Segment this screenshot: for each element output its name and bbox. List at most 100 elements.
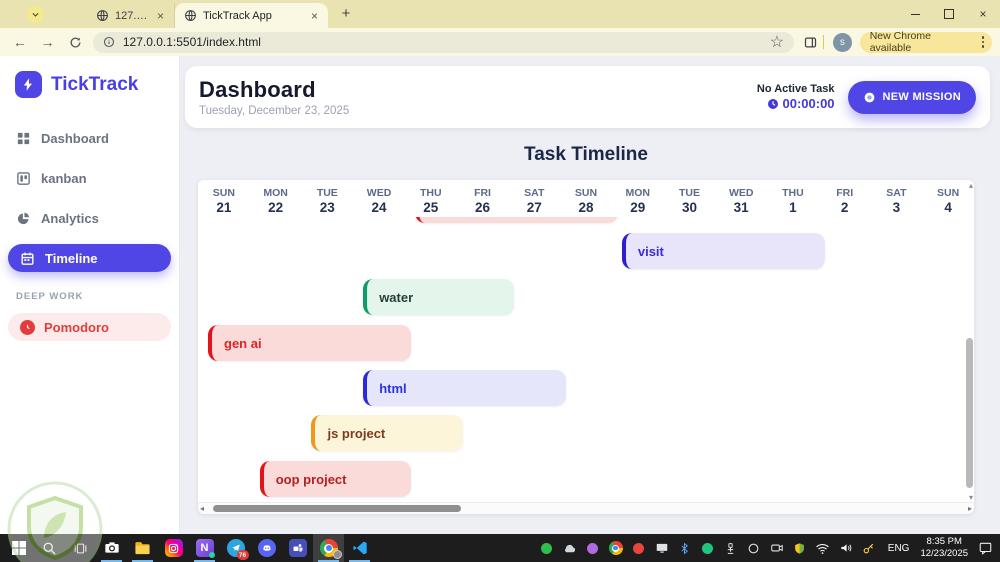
wifi-icon[interactable] (815, 540, 831, 556)
display-icon[interactable] (654, 540, 670, 556)
forward-button[interactable]: → (36, 30, 60, 54)
tab-search-button[interactable] (27, 6, 44, 23)
day-of-week: MON (612, 187, 664, 200)
task-bar-oop-project[interactable]: oop project (260, 461, 411, 497)
browser-tab-inactive[interactable]: 127.0.0.1 × (87, 3, 175, 28)
browser-toolbar: ← → 127.0.0.1:5501/index.html ☆ s New Ch… (0, 28, 1000, 56)
screen: 127.0.0.1 × TickTrack App × + × ← → (0, 0, 1000, 562)
sidebar-nav: Dashboard kanban Analytics Timeline (0, 124, 179, 272)
defender-shield-icon[interactable] (792, 540, 808, 556)
bookmark-star-icon[interactable]: ☆ (770, 32, 784, 52)
cloud-icon[interactable] (562, 540, 578, 556)
timeline-day-sun-4: SUN4 (922, 187, 974, 217)
start-button[interactable] (3, 534, 34, 562)
globe-favicon-icon (96, 9, 109, 22)
scrollbar-right-icon[interactable]: ▸ (968, 504, 972, 513)
sidebar-item-analytics[interactable]: Analytics (0, 204, 179, 232)
task-bar-html[interactable]: html (363, 370, 566, 406)
horizontal-scrollbar[interactable]: ◂ ▸ (198, 502, 974, 514)
update-chrome-button[interactable]: New Chrome available (860, 32, 992, 53)
action-center-icon[interactable] (978, 541, 993, 555)
back-button[interactable]: ← (8, 30, 32, 54)
site-info-icon[interactable] (103, 36, 115, 48)
browser-tab-active[interactable]: TickTrack App × (175, 3, 328, 28)
url-text[interactable]: 127.0.0.1:5501/index.html (123, 35, 762, 49)
telegram-app[interactable]: 76 (220, 534, 251, 562)
start-icon (12, 541, 26, 555)
day-number: 4 (922, 200, 974, 216)
search-button[interactable] (34, 534, 65, 562)
day-number: 31 (715, 200, 767, 216)
tab-title: TickTrack App (203, 10, 302, 22)
instagram-icon (165, 539, 183, 557)
task-bar-js-project[interactable]: js project (311, 415, 462, 451)
timeline-day-tue-30: TUE30 (664, 187, 716, 217)
sidebar-item-timeline[interactable]: Timeline (8, 244, 171, 272)
teams-app[interactable] (282, 534, 313, 562)
capture-device-icon[interactable] (769, 540, 785, 556)
scrollbar-left-icon[interactable]: ◂ (200, 504, 204, 513)
main-content: Dashboard Tuesday, December 23, 2025 No … (180, 56, 1000, 534)
day-of-week: SUN (198, 187, 250, 200)
day-number: 28 (560, 200, 612, 216)
profile-avatar[interactable]: s (833, 33, 852, 52)
downloader-icon[interactable] (539, 540, 555, 556)
vscode-app[interactable] (344, 534, 375, 562)
usb-icon[interactable] (723, 540, 739, 556)
sidebar-item-kanban[interactable]: kanban (0, 164, 179, 192)
day-of-week: SAT (508, 187, 560, 200)
tab-close-icon[interactable]: × (308, 9, 321, 23)
toolbar-separator (823, 35, 824, 49)
new-tab-button[interactable]: + (334, 1, 358, 25)
scrollbar-down-icon[interactable]: ▾ (969, 493, 973, 502)
timeline-day-sat-3: SAT3 (871, 187, 923, 217)
task-bar-visit[interactable]: visit (622, 233, 825, 269)
task-view-button[interactable] (65, 534, 96, 562)
camera-app[interactable] (96, 534, 127, 562)
bluetooth-icon[interactable] (677, 540, 693, 556)
camera-icon (104, 540, 120, 556)
sidebar-item-dashboard[interactable]: Dashboard (0, 124, 179, 152)
horizontal-scrollbar-thumb[interactable] (213, 505, 461, 512)
close-window-button[interactable]: × (966, 0, 1000, 28)
task-bar-water[interactable]: water (363, 279, 514, 315)
tab-close-icon[interactable]: × (154, 9, 167, 23)
green-app-icon[interactable] (700, 540, 716, 556)
file-explorer-app[interactable] (127, 534, 158, 562)
vertical-scrollbar-thumb[interactable] (966, 338, 973, 488)
chrome-tray-icon[interactable] (608, 540, 624, 556)
instagram-app[interactable] (158, 534, 189, 562)
red-app-icon[interactable] (631, 540, 647, 556)
reload-button[interactable] (63, 30, 87, 54)
minimize-button[interactable] (898, 0, 932, 28)
battery-icon[interactable] (746, 540, 762, 556)
discord-app[interactable] (251, 534, 282, 562)
sidebar: TickTrack Dashboard kanban Analytics Timeli… (0, 56, 180, 534)
globe-favicon-icon (184, 9, 197, 22)
app-badge-icon[interactable] (585, 540, 601, 556)
day-of-week: THU (767, 187, 819, 200)
address-bar[interactable]: 127.0.0.1:5501/index.html ☆ (93, 32, 794, 53)
taskbar-time: 8:35 PM (920, 536, 968, 548)
task-bar-gen-ai[interactable]: gen ai (208, 325, 411, 361)
scrollbar-up-icon[interactable]: ▴ (969, 181, 973, 190)
app-logo-text: TickTrack (51, 74, 138, 96)
sidebar-item-pomodoro[interactable]: Pomodoro (8, 313, 171, 341)
timeline-title: Task Timeline (198, 144, 974, 166)
clock-icon (20, 320, 35, 335)
taskbar-clock[interactable]: 8:35 PM 12/23/2025 (920, 536, 968, 561)
timeline-date-header: SUN21MON22TUE23WED24THU25FRI26SAT27SUN28… (198, 180, 974, 217)
teams-icon (289, 539, 307, 557)
side-panel-icon[interactable] (803, 35, 818, 50)
language-indicator[interactable]: ENG (888, 543, 910, 554)
key-icon[interactable] (861, 540, 877, 556)
maximize-button[interactable] (932, 0, 966, 28)
timer-value: 00:00:00 (782, 96, 834, 111)
browser-menu-icon[interactable] (980, 34, 987, 50)
taskbar-apps: N76 (0, 534, 375, 562)
purple-n-app[interactable]: N (189, 534, 220, 562)
volume-icon[interactable] (838, 540, 854, 556)
chrome-app[interactable] (313, 534, 344, 562)
new-mission-button[interactable]: NEW MISSION (848, 81, 976, 114)
page-header-card: Dashboard Tuesday, December 23, 2025 No … (185, 66, 990, 128)
